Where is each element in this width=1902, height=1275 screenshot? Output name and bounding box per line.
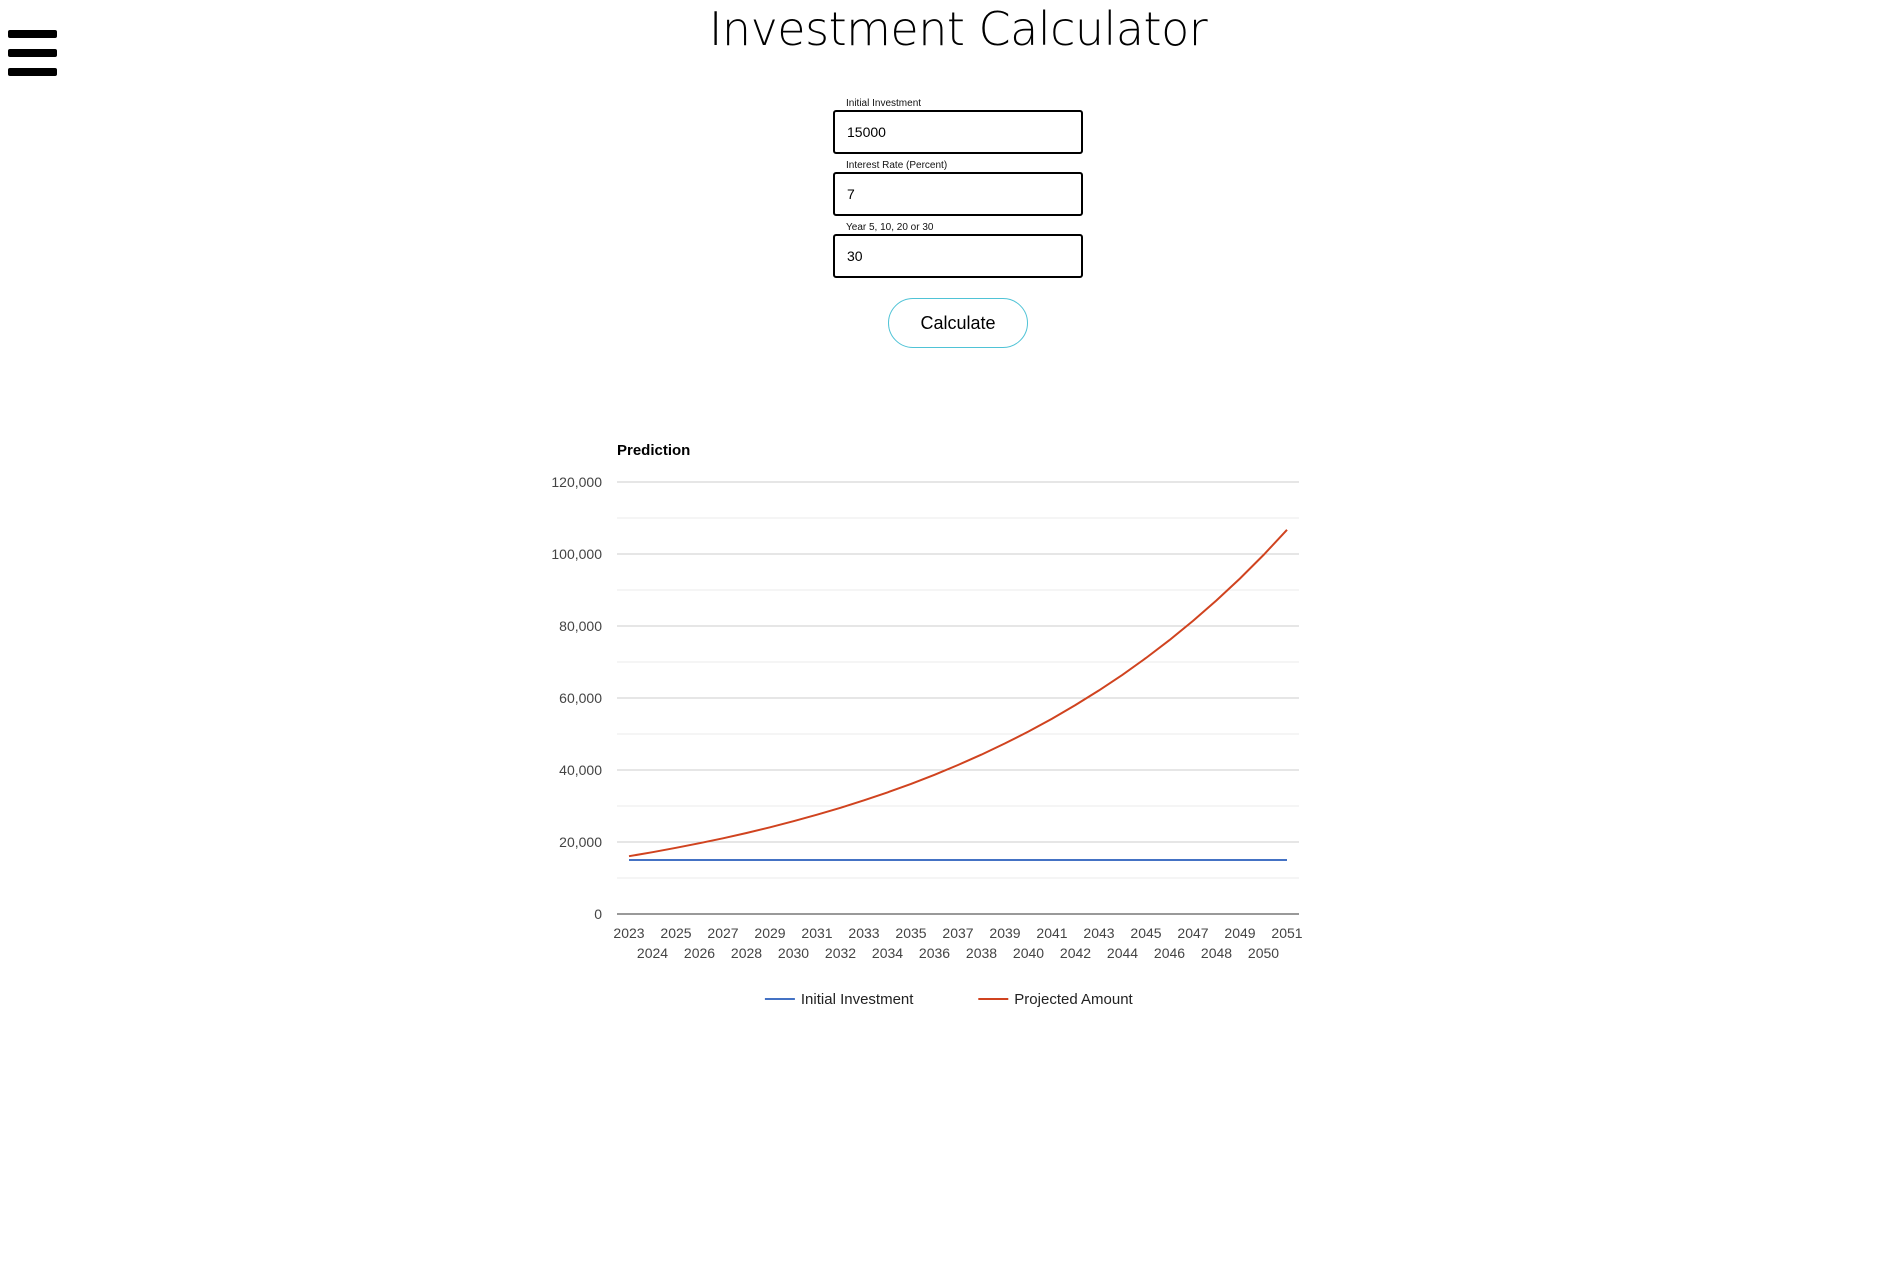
- x-tick-label: 2034: [872, 945, 903, 961]
- x-tick-label: 2046: [1154, 945, 1185, 961]
- x-tick-label: 2027: [707, 925, 738, 941]
- x-tick-label: 2036: [919, 945, 950, 961]
- legend-label: Initial Investment: [801, 991, 914, 1008]
- calculate-button[interactable]: Calculate: [888, 298, 1028, 348]
- years-label: Year 5, 10, 20 or 30: [846, 222, 934, 233]
- series-line: [628, 529, 1288, 858]
- initial-investment-label: Initial Investment: [846, 98, 922, 109]
- interest-rate-label: Interest Rate (Percent): [846, 160, 948, 171]
- x-tick-label: 2037: [942, 925, 973, 941]
- x-tick-label: 2041: [1036, 925, 1067, 941]
- x-tick-label: 2048: [1201, 945, 1232, 961]
- y-tick-label: 20,000: [559, 834, 602, 850]
- y-tick-label: 120,000: [551, 474, 602, 490]
- y-tick-label: 40,000: [559, 762, 602, 778]
- interest-rate-field: Interest Rate (Percent): [833, 160, 1083, 216]
- menu-bar: [8, 68, 57, 76]
- x-tick-label: 2026: [684, 945, 715, 961]
- x-tick-label: 2038: [966, 945, 997, 961]
- x-tick-label: 2023: [613, 925, 644, 941]
- prediction-chart: Prediction 0 20,000 40,000 60,000 80,000 100,0…: [520, 430, 1320, 1030]
- initial-investment-field: Initial Investment: [833, 98, 1083, 154]
- x-tick-label: 2030: [778, 945, 809, 961]
- x-tick-label: 2029: [754, 925, 785, 941]
- x-tick-label: 2025: [660, 925, 691, 941]
- initial-investment-input[interactable]: [833, 110, 1083, 154]
- x-tick-label: 2024: [637, 945, 668, 961]
- x-tick-label: 2042: [1060, 945, 1091, 961]
- x-tick-label: 2044: [1107, 945, 1138, 961]
- y-tick-label: 80,000: [559, 618, 602, 634]
- x-tick-label: 2033: [848, 925, 879, 941]
- x-tick-label: 2049: [1224, 925, 1255, 941]
- x-tick-label: 2032: [825, 945, 856, 961]
- legend-label: Projected Amount: [1014, 991, 1133, 1008]
- x-tick-label: 2050: [1248, 945, 1279, 961]
- chart-title: Prediction: [617, 442, 690, 459]
- years-input[interactable]: [833, 234, 1083, 278]
- years-field: Year 5, 10, 20 or 30: [833, 222, 1083, 278]
- x-tick-label: 2040: [1013, 945, 1044, 961]
- y-tick-label: 100,000: [551, 546, 602, 562]
- x-tick-label: 2051: [1271, 925, 1302, 941]
- chart-svg: Prediction 0 20,000 40,000 60,000 80,000 100,0…: [551, 442, 1302, 1008]
- x-tick-label: 2043: [1083, 925, 1114, 941]
- y-tick-label: 60,000: [559, 690, 602, 706]
- interest-rate-input[interactable]: [833, 172, 1083, 216]
- x-tick-label: 2039: [989, 925, 1020, 941]
- y-tick-label: 0: [594, 906, 602, 922]
- page-title: Investment Calculator: [708, 2, 1208, 56]
- x-tick-label: 2035: [895, 925, 926, 941]
- page: Investment Calculator Initial Investment…: [0, 0, 1902, 1275]
- x-tick-label: 2028: [731, 945, 762, 961]
- x-tick-label: 2045: [1130, 925, 1161, 941]
- x-tick-label: 2031: [801, 925, 832, 941]
- x-tick-label: 2047: [1177, 925, 1208, 941]
